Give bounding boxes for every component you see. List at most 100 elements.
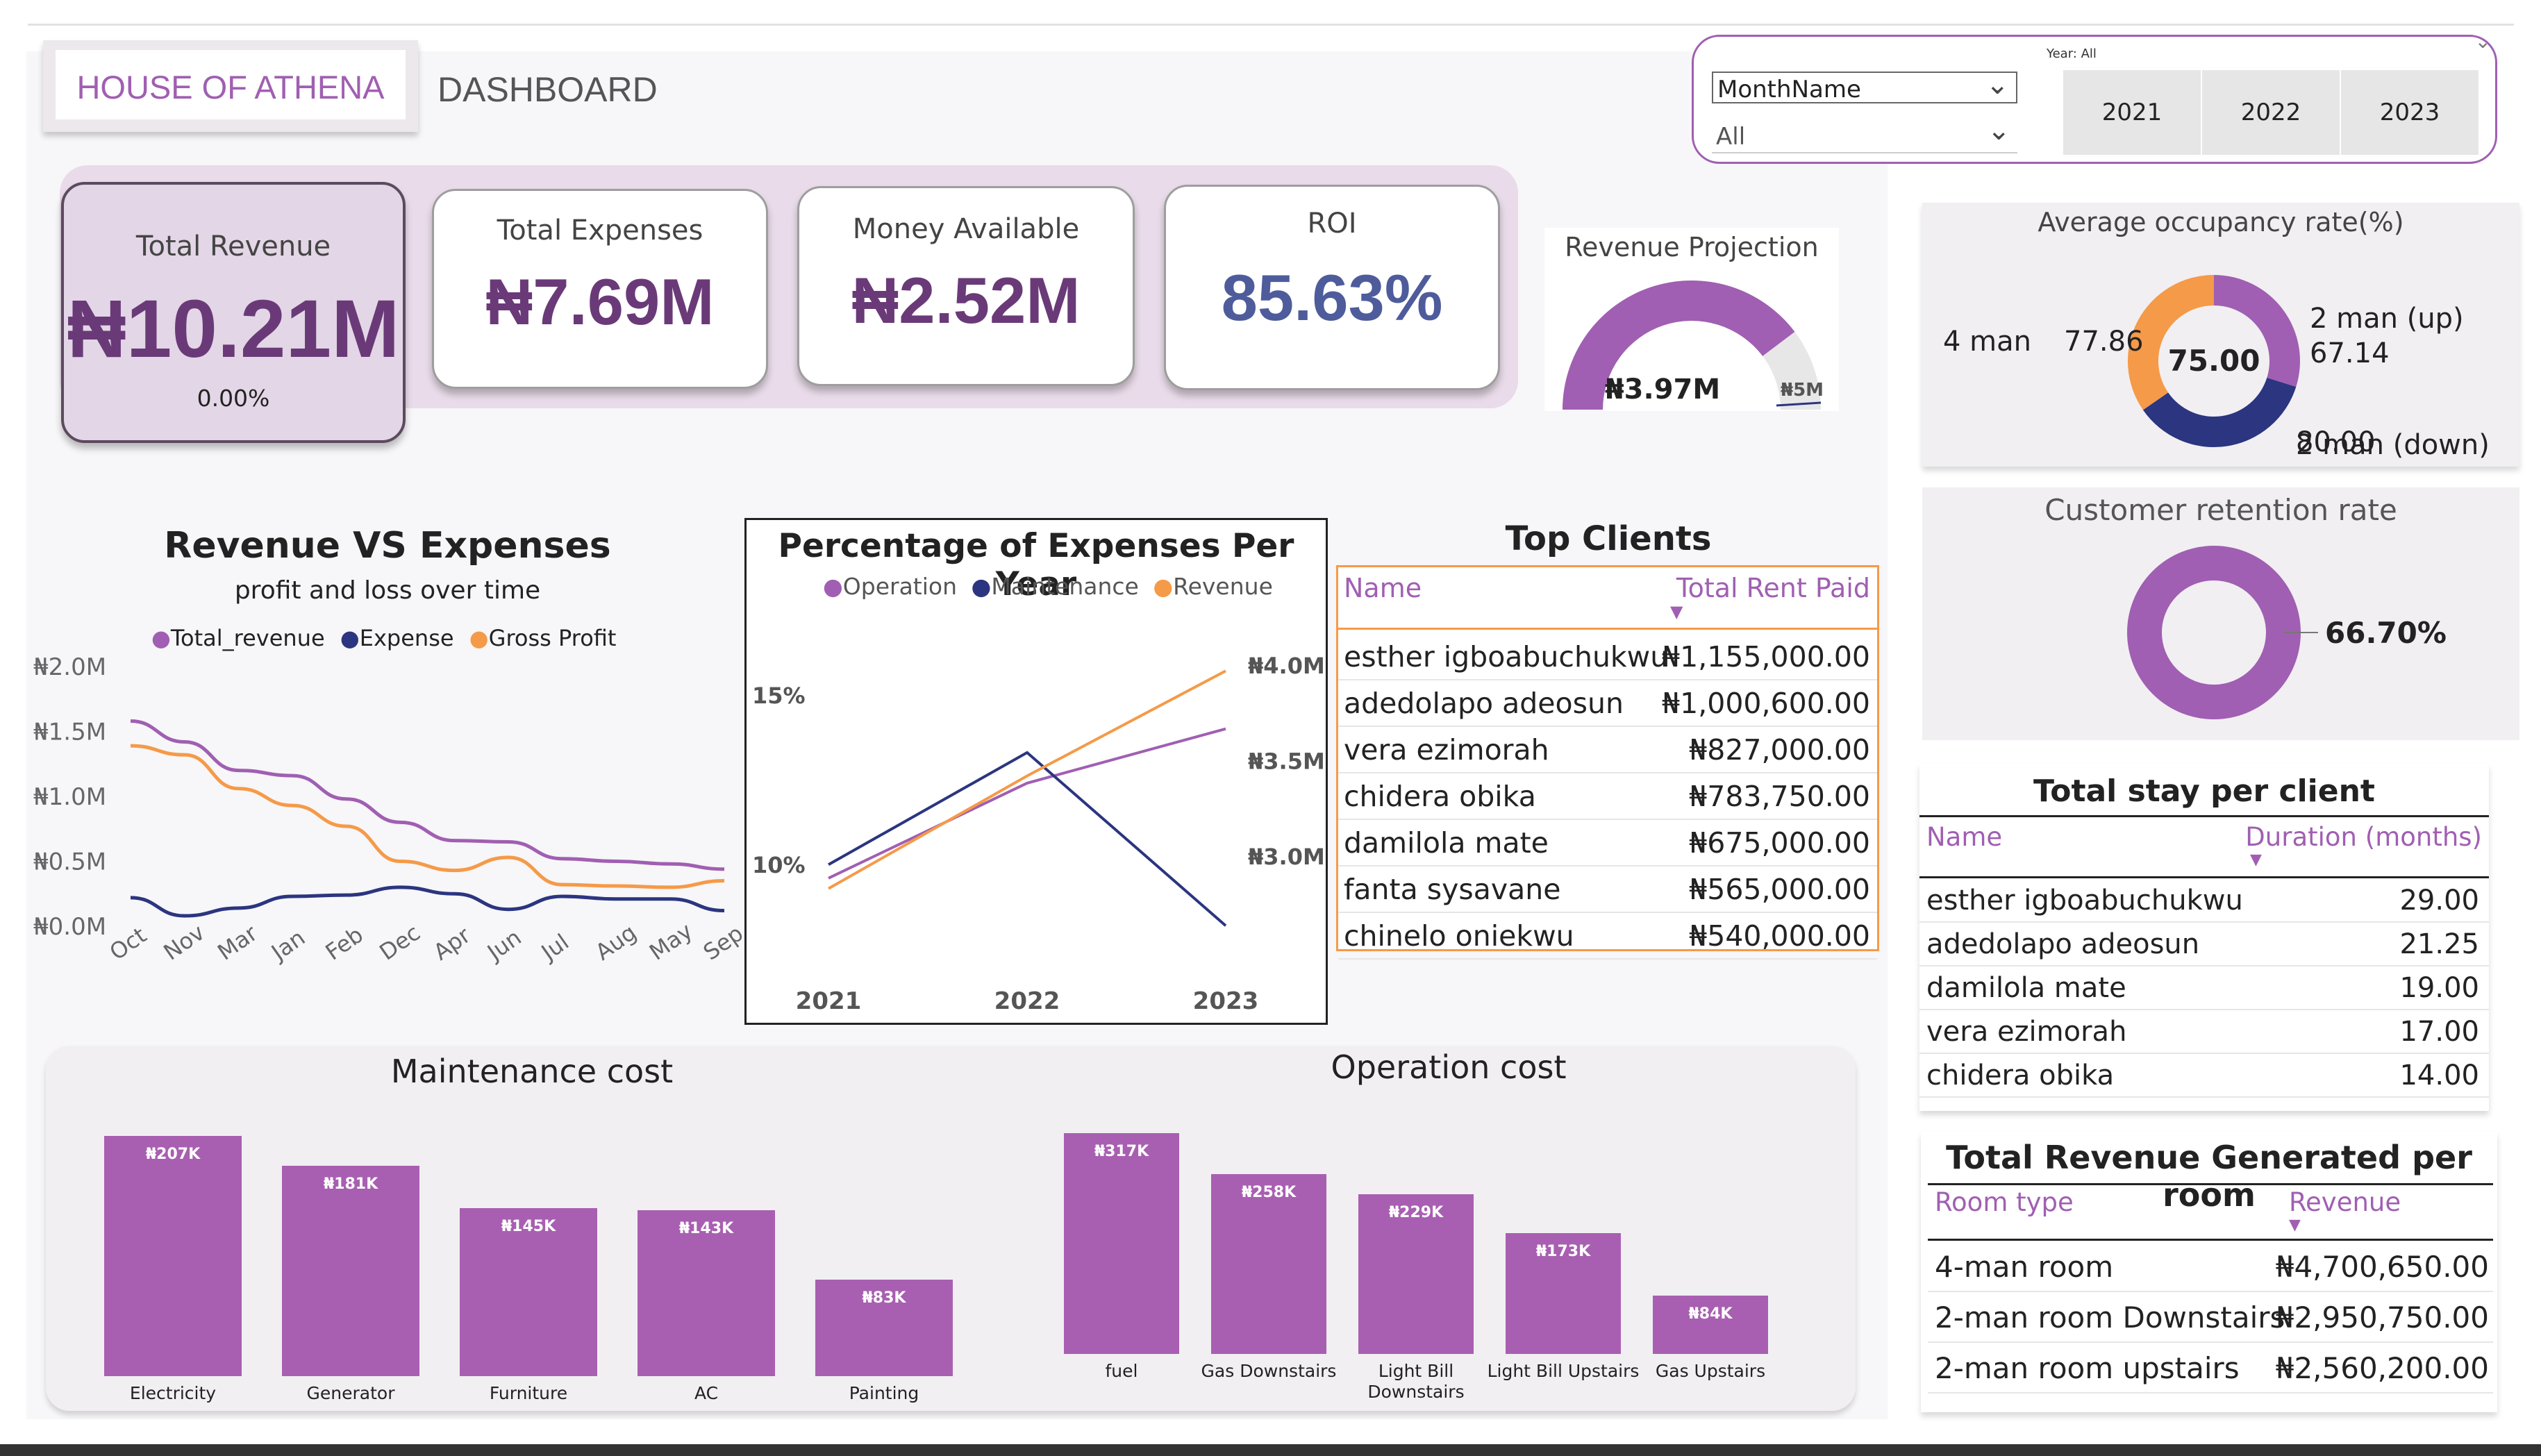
bar[interactable]: ₦173K (1506, 1233, 1621, 1354)
kpi-label: Total Expenses (497, 215, 703, 246)
pct-plot: 10% 15% ₦3.0M ₦3.5M ₦4.0M 2021 2022 2023 (752, 653, 1325, 1015)
top-clients-table: Name Total Rent Paid ▼ esther igboabuchu… (1336, 565, 1879, 960)
table-row[interactable]: damilola mate 19.00 (1919, 967, 2489, 1010)
top-clients-title: Top Clients (1505, 519, 1712, 558)
bar-data-label: ₦173K (1535, 1243, 1591, 1261)
table-row[interactable]: 4-man room ₦4,700,650.00 (1928, 1241, 2493, 1292)
row-value: ₦565,000.00 (1689, 873, 1870, 906)
kpi-value: ₦7.69M (485, 265, 715, 338)
pct-expenses-chart: Percentage of Expenses Per Year ●Operati… (744, 518, 1328, 1025)
row-value: ₦2,950,750.00 (2275, 1300, 2489, 1334)
row-name: chidera obika (1926, 1060, 2115, 1091)
row-name: esther igboabuchukwu (1926, 885, 2243, 917)
chevron-down-icon: ⌄ (1987, 115, 2010, 147)
table-row[interactable]: vera ezimorah ₦827,000.00 (1338, 727, 1877, 773)
row-name: damilola mate (1926, 972, 2126, 1004)
category-label: Light Bill Downstairs (1367, 1361, 1465, 1402)
table-row[interactable]: esther igboabuchukwu ₦1,155,000.00 (1338, 634, 1877, 680)
row-value: 21.25 (2399, 928, 2479, 960)
row-value: ₦1,000,600.00 (1662, 687, 1870, 720)
bar[interactable]: ₦317K (1064, 1133, 1179, 1354)
kpi-sub: 0.00% (197, 385, 270, 412)
table-row[interactable]: fanta sysavane ₦565,000.00 (1338, 867, 1877, 913)
bar-data-label: ₦258K (1241, 1184, 1297, 1202)
series-line-maintenance (828, 751, 1227, 927)
month-value-select[interactable]: All ⌄ (1712, 115, 2017, 153)
chevron-down-icon: ⌄ (1985, 69, 2009, 101)
brand-title: HOUSE OF ATHENA (76, 69, 385, 106)
col-name[interactable]: Name (1926, 822, 2002, 852)
table-row[interactable]: chidera obika ₦783,750.00 (1338, 773, 1877, 820)
row-value: ₦1,155,000.00 (1662, 640, 1870, 673)
filter-panel: MonthName ⌄ All ⌄ Year: All ⌄ 2021 2022 … (1692, 30, 2497, 164)
stay-title: Total stay per client (2033, 773, 2375, 809)
x-tick-label: 2023 (1193, 987, 1259, 1015)
y-tick-label: ₦1.5M (33, 719, 106, 746)
rve-subtitle: profit and loss over time (234, 576, 541, 605)
occupancy-slice-1 (2142, 377, 2297, 447)
row-name: vera ezimorah (1344, 733, 1549, 767)
row-value: 14.00 (2399, 1060, 2479, 1091)
rve-title: Revenue VS Expenses (164, 525, 611, 567)
table-row[interactable]: adedolapo adeosun 21.25 (1919, 923, 2489, 967)
row-name: chidera obika (1344, 780, 1536, 813)
table-row[interactable]: 2-man room upstairs ₦2,560,200.00 (1928, 1343, 2493, 1394)
year-button-2022[interactable]: 2022 (2202, 70, 2340, 155)
x-tick-label: 2022 (994, 987, 1060, 1015)
bar[interactable]: ₦229K (1358, 1194, 1474, 1354)
revenue-projection-card: Revenue Projection ₦3.97M ₦5M (1544, 228, 1839, 411)
row-name: 2-man room Downstairs (1935, 1300, 2285, 1334)
category-label: Light Bill Upstairs (1487, 1361, 1640, 1381)
year-button-2021[interactable]: 2021 (2063, 70, 2201, 155)
x-tick-label: May (644, 917, 697, 965)
table-row[interactable]: vera ezimorah 17.00 (1919, 1010, 2489, 1054)
col-revenue[interactable]: Revenue (2289, 1187, 2401, 1217)
bottom-bar (0, 1444, 2541, 1456)
category-label: Gas Downstairs (1201, 1361, 1337, 1381)
col-room-type[interactable]: Room type (1935, 1187, 2074, 1217)
table-row[interactable]: chinelo oniekwu ₦540,000.00 (1338, 913, 1877, 960)
row-value: ₦675,000.00 (1689, 826, 1870, 860)
sort-desc-icon: ▼ (1670, 602, 1683, 621)
row-value: ₦540,000.00 (1689, 919, 1870, 953)
month-value: All (1716, 123, 1746, 151)
x-tick-label: Aug (590, 919, 641, 966)
row-name: 4-man room (1935, 1250, 2114, 1284)
table-row[interactable]: chidera obika 14.00 (1919, 1054, 2489, 1098)
retention-card: Customer retention rate 66.70% (1922, 487, 2519, 740)
kpi-total-revenue: Total Revenue ₦10.21M 0.00% (61, 182, 406, 443)
room-revenue-table: Total Revenue Generated per room Room ty… (1921, 1132, 2497, 1412)
month-dropdown-label: MonthName (1717, 76, 1861, 103)
table-row[interactable]: damilola mate ₦675,000.00 (1338, 820, 1877, 867)
bar[interactable]: ₦84K (1653, 1295, 1768, 1354)
year-button-2023[interactable]: 2023 (2341, 70, 2478, 155)
kpi-label: Total Revenue (135, 231, 331, 262)
occupancy-donut: 75.00 2 man (up) 67.14 2 man (down) 4 ma… (1943, 275, 2490, 461)
row-value: ₦4,700,650.00 (2275, 1250, 2489, 1284)
chevron-down-icon: ⌄ (2474, 30, 2491, 53)
x-tick-label: Jan (265, 924, 310, 967)
kpi-value: ₦2.52M (851, 264, 1081, 337)
cost-charts-panel: Maintenance cost Operation cost ₦207K Ele… (46, 1046, 1856, 1411)
table-row[interactable]: esther igboabuchukwu 29.00 (1919, 879, 2489, 923)
series-line-total-revenue (130, 719, 725, 871)
row-value: 19.00 (2399, 972, 2479, 1004)
col-duration[interactable]: Duration (months) (2245, 822, 2482, 852)
occupancy-label-2up-name: 2 man (up) (2310, 303, 2464, 335)
x-tick-label: Apr (428, 921, 476, 965)
col-total-rent[interactable]: Total Rent Paid (1676, 573, 1870, 603)
kpi-label: Money Available (852, 213, 1080, 245)
series-line-revenue (828, 669, 1226, 890)
month-dropdown[interactable]: MonthName ⌄ (1712, 69, 2017, 103)
bar-data-label: ₦229K (1388, 1204, 1444, 1222)
x-tick-label: Mar (213, 919, 263, 965)
col-name[interactable]: Name (1344, 573, 1422, 603)
bar[interactable]: ₦258K (1211, 1174, 1326, 1354)
table-row[interactable]: adedolapo adeosun ₦1,000,600.00 (1338, 680, 1877, 727)
y-tick-label: ₦1.0M (33, 783, 106, 811)
table-row[interactable]: 2-man room Downstairs ₦2,950,750.00 (1928, 1292, 2493, 1343)
rve-legend: ●Total_revenue ●Expense ●Gross Profit (151, 625, 617, 651)
row-value: ₦2,560,200.00 (2275, 1351, 2489, 1385)
retention-title: Customer retention rate (2044, 493, 2397, 527)
kpi-total-expenses: Total Expenses ₦7.69M (432, 189, 768, 389)
